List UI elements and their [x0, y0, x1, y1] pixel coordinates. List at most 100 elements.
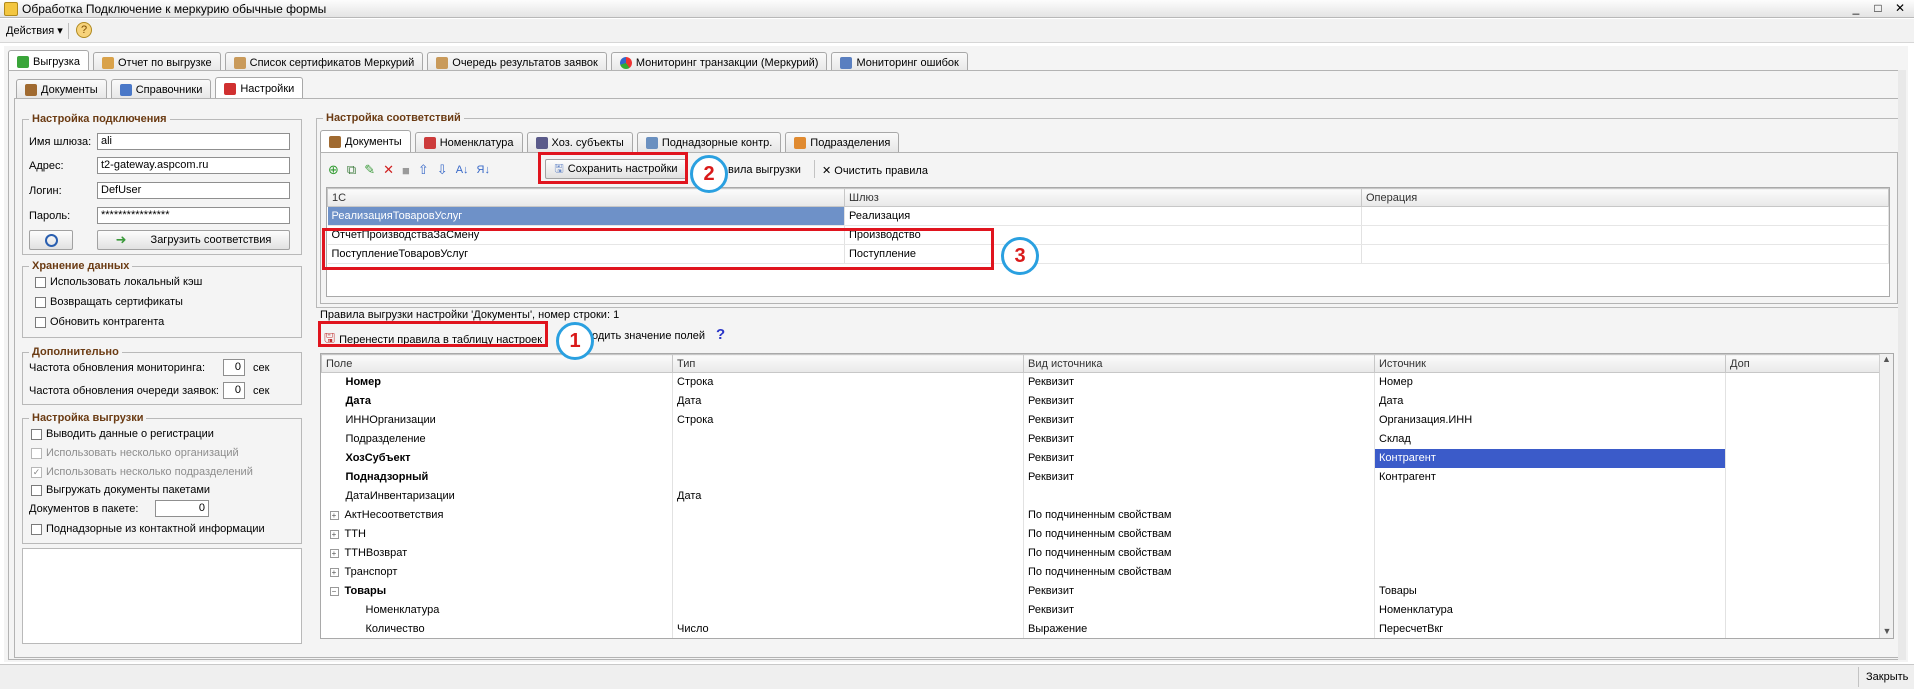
login-input[interactable]: DefUser	[97, 182, 290, 199]
cell-type[interactable]	[672, 524, 1024, 544]
tab-mapping-supervised[interactable]: Поднадзорные контр.	[636, 132, 782, 152]
cell-type[interactable]	[672, 581, 1024, 601]
expand-icon[interactable]: +	[329, 549, 339, 558]
cell-source-kind[interactable]: Реквизит	[1023, 429, 1375, 449]
end-edit-icon[interactable]: ■	[402, 163, 410, 178]
collapse-icon[interactable]: −	[329, 587, 339, 596]
help-icon[interactable]: ?	[76, 22, 92, 38]
cell-source-kind[interactable]: Реквизит	[1023, 410, 1375, 430]
sort-asc-icon[interactable]: A↓	[456, 164, 469, 176]
scroll-down-icon[interactable]: ▼	[1880, 626, 1893, 636]
cell-source[interactable]: Номенклатура	[1374, 600, 1726, 620]
cell-source-kind[interactable]: По подчиненным свойствам	[1023, 562, 1375, 582]
cell-extra[interactable]	[1725, 486, 1893, 506]
cell-type[interactable]	[672, 448, 1024, 468]
cell-source-kind[interactable]: Реквизит	[1023, 448, 1375, 468]
table-row[interactable]: ИННОрганизации Строка Реквизит Организация.…	[321, 410, 1893, 430]
cell-source[interactable]	[1374, 543, 1726, 563]
cell-extra[interactable]	[1725, 410, 1893, 430]
column-header-source-kind[interactable]: Вид источника	[1023, 354, 1375, 373]
table-row[interactable]: РеализацияТоваровУслуг Реализация	[327, 206, 1889, 226]
cell-type[interactable]	[672, 600, 1024, 620]
cell-source[interactable]	[1374, 524, 1726, 544]
cell-source[interactable]: ПересчетВкг	[1374, 619, 1726, 638]
tab-request-queue[interactable]: Очередь результатов заявок	[427, 52, 607, 72]
column-header-extra[interactable]: Доп	[1725, 354, 1893, 373]
cell-source-kind[interactable]: Реквизит	[1023, 391, 1375, 411]
copy-icon[interactable]: ⧉	[347, 162, 356, 178]
tab-certificates[interactable]: Список сертификатов Меркурий	[224, 52, 424, 72]
move-up-icon[interactable]: ⇧	[418, 162, 429, 178]
tab-mapping-divisions[interactable]: Подразделения	[785, 132, 900, 152]
cell-field[interactable]: ДатаИнвентаризации	[321, 486, 673, 506]
tab-mapping-nomenclature[interactable]: Номенклатура	[414, 132, 523, 152]
cell-extra[interactable]	[1725, 581, 1893, 601]
address-input[interactable]: t2-gateway.aspcom.ru	[97, 157, 290, 174]
cell-type[interactable]: Строка	[672, 410, 1024, 430]
load-mappings-button[interactable]: ➜ Загрузить соответствия	[97, 230, 290, 250]
cell-source-kind[interactable]: По подчиненным свойствам	[1023, 505, 1375, 525]
move-down-icon[interactable]: ⇩	[437, 162, 448, 178]
expand-icon[interactable]: +	[329, 530, 339, 539]
minimize-button[interactable]: _	[1848, 1, 1864, 15]
add-icon[interactable]: ⊕	[328, 162, 339, 178]
cell-field[interactable]: Поднадзорный	[321, 467, 673, 487]
cell-type[interactable]: Строка	[672, 372, 1024, 392]
cell-source-kind[interactable]: Реквизит	[1023, 600, 1375, 620]
supervised-contacts-checkbox[interactable]: Поднадзорные из контактной информации	[31, 523, 265, 535]
cell-field[interactable]: ИННОрганизации	[321, 410, 673, 430]
table-row[interactable]: ХозСубъект Реквизит Контрагент	[321, 448, 1893, 468]
fill-values-partial-label[interactable]: одить значение полей	[592, 330, 705, 342]
actions-menu[interactable]: Действия ▾	[6, 24, 63, 37]
table-row[interactable]: + Транспорт По подчиненным свойствам	[321, 562, 1893, 582]
cell-extra[interactable]	[1725, 391, 1893, 411]
expand-icon[interactable]: +	[329, 511, 339, 520]
column-header-field[interactable]: Поле	[321, 354, 673, 373]
cell-field[interactable]: + Транспорт	[321, 562, 673, 582]
cell-operation[interactable]	[1361, 225, 1889, 245]
cell-extra[interactable]	[1725, 505, 1893, 525]
cell-source-kind[interactable]: По подчиненным свойствам	[1023, 543, 1375, 563]
cell-field[interactable]: + АктНесоответствия	[321, 505, 673, 525]
cell-gateway[interactable]: Реализация	[844, 206, 1362, 226]
cell-field[interactable]: + ТТН	[321, 524, 673, 544]
cell-type[interactable]: Дата	[672, 486, 1024, 506]
expand-icon[interactable]: +	[329, 568, 339, 577]
update-counterparty-checkbox[interactable]: Обновить контрагента	[35, 316, 164, 328]
table-row[interactable]: Номер Строка Реквизит Номер	[321, 372, 1893, 392]
cell-field[interactable]: Количество	[321, 619, 673, 638]
table-row[interactable]: + АктНесоответствия По подчиненным свойств…	[321, 505, 1893, 525]
registration-data-checkbox[interactable]: Выводить данные о регистрации	[31, 428, 214, 440]
column-header-source[interactable]: Источник	[1374, 354, 1726, 373]
cell-extra[interactable]	[1725, 467, 1893, 487]
maximize-button[interactable]: □	[1870, 1, 1886, 15]
return-certificates-checkbox[interactable]: Возвращать сертификаты	[35, 296, 183, 308]
tab-settings[interactable]: Настройки	[215, 77, 304, 99]
table-row[interactable]: Номенклатура Реквизит Номенклатура	[321, 600, 1893, 620]
queue-frequency-input[interactable]: 0	[223, 382, 245, 399]
cell-field[interactable]: Подразделение	[321, 429, 673, 449]
cell-type[interactable]	[672, 429, 1024, 449]
tab-references[interactable]: Справочники	[110, 79, 212, 99]
cell-extra[interactable]	[1725, 543, 1893, 563]
pack-export-checkbox[interactable]: Выгружать документы пакетами	[31, 484, 210, 496]
column-header-1c[interactable]: 1С	[327, 188, 845, 207]
multiple-divisions-checkbox[interactable]: ✓ Использовать несколько подразделений	[31, 466, 253, 478]
rules-scrollbar[interactable]: ▲ ▼	[1879, 354, 1893, 638]
cell-source-kind[interactable]: Реквизит	[1023, 581, 1375, 601]
cell-source[interactable]: Товары	[1374, 581, 1726, 601]
rules-table[interactable]: Поле Тип Вид источника Источник Доп Номе…	[320, 353, 1894, 639]
cell-extra[interactable]	[1725, 524, 1893, 544]
tab-export-report[interactable]: Отчет по выгрузке	[92, 52, 221, 72]
cell-type[interactable]	[672, 505, 1024, 525]
cell-extra[interactable]	[1725, 562, 1893, 582]
cell-source[interactable]	[1374, 562, 1726, 582]
cell-source[interactable]	[1374, 505, 1726, 525]
tab-export[interactable]: Выгрузка	[8, 50, 89, 72]
table-row[interactable]: Дата Дата Реквизит Дата	[321, 391, 1893, 411]
cell-extra[interactable]	[1725, 448, 1893, 468]
cell-source-kind[interactable]: Реквизит	[1023, 372, 1375, 392]
docs-per-pack-input[interactable]: 0	[155, 500, 209, 517]
tab-documents[interactable]: Документы	[16, 79, 107, 99]
table-row[interactable]: Подразделение Реквизит Склад	[321, 429, 1893, 449]
